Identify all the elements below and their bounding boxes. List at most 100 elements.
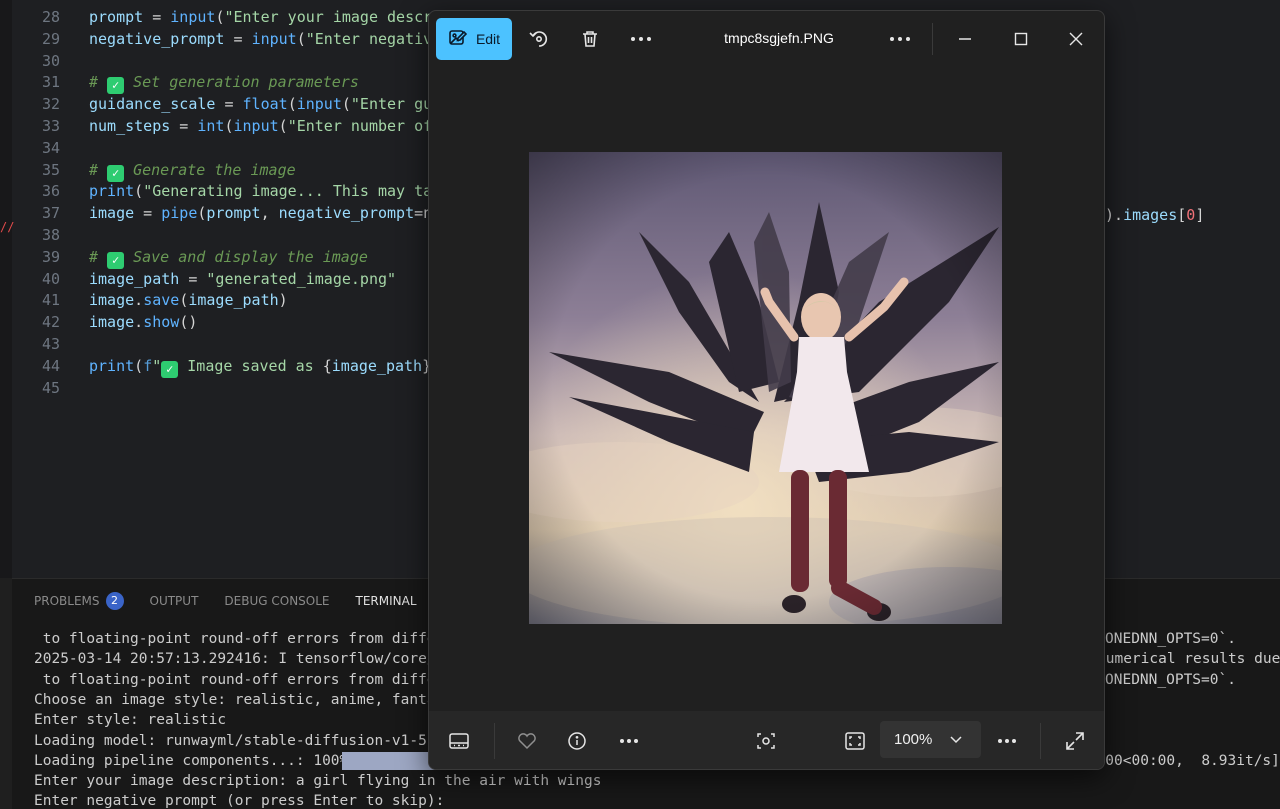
tab-problems[interactable]: PROBLEMS 2 — [34, 592, 124, 610]
code-line: 42 image.show() — [12, 311, 197, 333]
filmstrip-icon[interactable] — [443, 725, 475, 757]
line-number: 44 — [41, 356, 60, 375]
code-token: { — [322, 356, 332, 375]
edit-button-label: Edit — [475, 31, 501, 47]
code-token: image — [89, 313, 135, 332]
info-icon[interactable] — [561, 725, 593, 757]
visual-search-icon[interactable] — [750, 725, 782, 757]
code-line: 40 image_path = "generated_image.png" — [12, 268, 396, 290]
line-number: 41 — [41, 291, 60, 310]
code-token: print — [89, 182, 135, 201]
code-token: Generate the image — [124, 160, 296, 179]
code-line: 39 # ✓ Save and display the image — [12, 246, 368, 269]
terminal-line: Enter your image description: a girl fly… — [34, 773, 602, 790]
checkmark-emoji-icon: ✓ — [107, 251, 125, 269]
code-line: 36 print("Generating image... This may ta — [12, 180, 432, 202]
code-line: 35 # ✓ Generate the image — [12, 159, 296, 182]
code-token: image_path — [188, 291, 279, 310]
code-token: () — [179, 313, 198, 332]
line-number: 30 — [41, 51, 60, 70]
terminal-line-tail: ONEDNN_OPTS=0`. — [1105, 671, 1236, 688]
terminal-line: Loading pipeline components...: 100%| — [34, 752, 358, 769]
code-token: = — [143, 8, 171, 26]
code-line: 28 prompt = input("Enter your image descr — [12, 6, 432, 28]
tab-problems-label: PROBLEMS — [34, 594, 100, 608]
terminal-line-tail: numerical results due — [1097, 651, 1280, 668]
checkmark-emoji-icon: ✓ — [107, 77, 125, 95]
line-number: 28 — [41, 8, 60, 26]
line-number: 42 — [41, 313, 60, 332]
code-line: 32 guidance_scale = float(input("Enter gu — [12, 93, 432, 115]
viewer-titlebar[interactable]: Edit tmpc8sgjefn.PNG — [429, 11, 1104, 66]
photos-viewer-window[interactable]: Edit tmpc8sgjefn.PNG 100% — [428, 10, 1105, 770]
code-line: 41 image.save(image_path) — [12, 289, 288, 311]
tab-terminal[interactable]: TERMINAL — [356, 594, 417, 608]
code-line: 30 — [12, 50, 89, 72]
code-token: "Enter your image descr — [224, 8, 433, 26]
code-token: image — [89, 204, 135, 223]
code-token: ) — [278, 291, 288, 310]
terminal-line-tail: ONEDNN_OPTS=0`. — [1105, 631, 1236, 647]
favorite-icon[interactable] — [511, 725, 543, 757]
edit-button[interactable]: Edit — [436, 18, 512, 60]
code-token: ( — [179, 291, 189, 310]
fit-to-window-icon[interactable] — [839, 725, 871, 757]
code-token: = — [224, 29, 252, 48]
code-token: negative_prompt — [278, 204, 415, 223]
code-token: Set generation parameters — [124, 73, 359, 92]
code-token: int — [197, 117, 225, 135]
delete-icon[interactable] — [574, 23, 606, 55]
code-token: save — [143, 291, 180, 310]
terminal-line: Loading model: runwayml/stable-diffusion… — [34, 732, 462, 749]
tab-output-label: OUTPUT — [149, 594, 199, 608]
code-token: f — [143, 356, 153, 375]
more-icon[interactable] — [625, 23, 657, 55]
code-token: ( — [134, 182, 144, 201]
more-options-icon[interactable] — [884, 23, 916, 55]
code-token: ( — [134, 356, 144, 375]
code-token: ). — [1105, 206, 1124, 224]
terminal-line: to floating-point round-off errors from … — [34, 631, 445, 647]
line-number: 31 — [41, 73, 60, 92]
code-line: 43 — [12, 333, 89, 355]
fullscreen-icon[interactable] — [1059, 725, 1091, 757]
chevron-down-icon — [950, 731, 962, 748]
more-options-icon[interactable] — [991, 725, 1023, 757]
code-token: [ — [1177, 206, 1187, 224]
checkmark-emoji-icon: ✓ — [107, 164, 125, 182]
code-token: . — [134, 313, 144, 332]
minimize-icon[interactable] — [949, 23, 981, 55]
tab-output[interactable]: OUTPUT — [150, 594, 199, 608]
code-token: image_path — [331, 356, 423, 375]
code-line: 29 negative_prompt = input("Enter negativ — [12, 28, 432, 50]
zoom-dropdown[interactable]: 100% — [880, 721, 981, 758]
code-token: guidance_scale — [89, 95, 216, 114]
rotate-icon[interactable] — [523, 23, 555, 55]
code-token: prompt — [206, 204, 261, 223]
code-token: print — [89, 356, 135, 375]
code-token: , — [260, 204, 279, 223]
tab-debug-console[interactable]: DEBUG CONSOLE — [224, 594, 329, 608]
code-token: input — [170, 8, 216, 26]
more-icon[interactable] — [613, 725, 645, 757]
code-token: input — [296, 95, 342, 114]
code-token: prompt — [89, 8, 144, 26]
close-icon[interactable] — [1060, 23, 1092, 55]
terminal-line: Choose an image style: realistic, anime,… — [34, 691, 454, 708]
code-token: "Generating image... This may ta — [143, 182, 433, 201]
viewer-bottom-toolbar: 100% — [429, 711, 1104, 769]
panel-tabs: PROBLEMS 2 OUTPUT DEBUG CONSOLE TERMINAL — [34, 579, 417, 623]
edit-icon — [448, 28, 468, 51]
code-token: "Enter negativ — [305, 29, 433, 48]
zoom-level: 100% — [894, 731, 933, 748]
code-token: "Enter number of — [287, 117, 433, 135]
code-token: # — [89, 247, 108, 266]
code-token: num_steps — [89, 117, 171, 135]
code-token: image — [89, 291, 135, 310]
displayed-image[interactable] — [529, 152, 1002, 624]
code-token: = — [134, 204, 162, 223]
line-number: 40 — [41, 269, 60, 288]
maximize-icon[interactable] — [1005, 23, 1037, 55]
code-line: 45 — [12, 377, 89, 399]
code-token: ( — [287, 95, 297, 114]
